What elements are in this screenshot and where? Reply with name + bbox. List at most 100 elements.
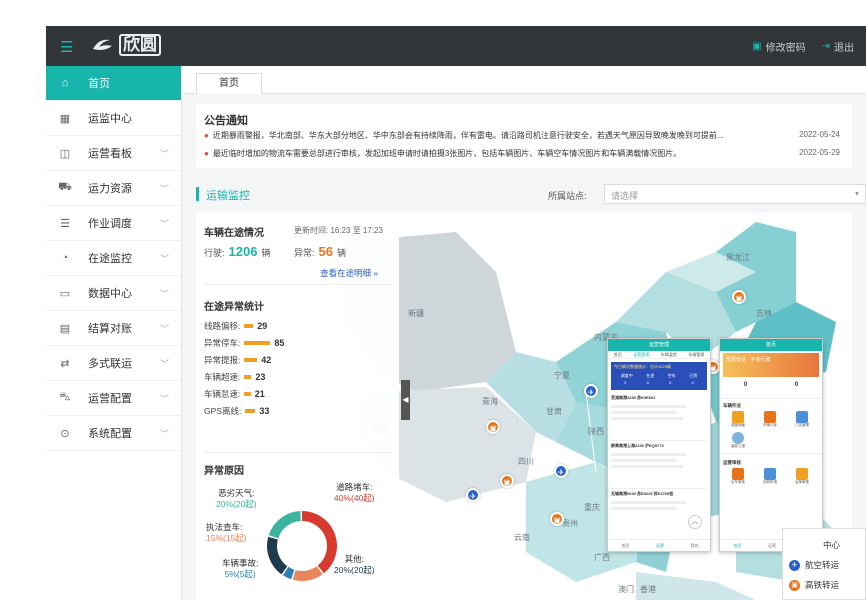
notice-text: 近期暴雨警报，华北南部、华东大部分地区、华中东部会有持续降雨，伴有雷电。请沿路司… xyxy=(212,131,724,140)
sidebar-item-label: 多式联运 xyxy=(88,358,132,370)
mobile-preview-home: 首页 乐居安业 · 平安行驶 00 车辆作业 调度明细 车辆入库 门店管理 装卸… xyxy=(719,338,823,552)
site-select-placeholder: 请选择 xyxy=(611,191,639,201)
change-password-link[interactable]: ▣ 修改密码 xyxy=(752,39,805,54)
notice-title: 公告通知 xyxy=(204,115,248,127)
cause-other: 其他: 20%(20起) xyxy=(334,554,375,576)
sidebar-item-settlement[interactable]: ▤ 结算对账 ﹀ xyxy=(46,311,181,346)
sidebar-item-multimodal[interactable]: ⇄ 多式联运 ﹀ xyxy=(46,346,181,381)
phone-grid-item[interactable]: 出车审批 xyxy=(724,468,752,485)
map-label: 宁夏 xyxy=(554,371,570,380)
phone-record-list: 芜湖南港2230 苏K9E602 鲜果南港上海2230 沪EQ5773 无锡南港… xyxy=(608,393,710,529)
site-select[interactable]: 请选择 ▾ xyxy=(604,184,866,204)
map-label: 澳门 xyxy=(618,585,634,594)
menu-icon[interactable]: ☰ xyxy=(60,38,73,56)
top-bar: ☰ 欣圆 ▣ 修改密码 ⇥ 退出 xyxy=(46,26,866,66)
view-detail-link[interactable]: 查看在途明细 » xyxy=(320,267,378,279)
legend-rail[interactable]: ▣ 高铁转运 xyxy=(789,579,839,591)
donut-slice[interactable] xyxy=(267,536,288,575)
donut-slice[interactable] xyxy=(292,566,323,581)
cause-inspection: 执法查车: 15%(15起) xyxy=(206,522,247,544)
legend-center-label: 中心 xyxy=(823,540,841,550)
phone-grid-item[interactable]: 装卸上报 xyxy=(724,432,752,449)
sidebar-item-home[interactable]: ⌂ 首页 xyxy=(46,66,181,101)
abnormal-stat: 异常: 56 辆 xyxy=(294,244,346,259)
abnormal-stat-label: 车辆超速: xyxy=(204,372,241,382)
notice-item[interactable]: ● 最近临时增加的物流车需要总部进行审核，发起加班申请时请拍摄3张图片，包括车辆图… xyxy=(204,148,844,159)
sidebar-item-label: 数据中心 xyxy=(88,288,132,300)
abnormal-value: 56 xyxy=(318,244,333,259)
logo[interactable]: 欣圆 xyxy=(90,34,161,56)
phone-record-line xyxy=(611,453,687,456)
phone-grid-item[interactable]: 车辆入库 xyxy=(756,411,784,428)
sidebar-item-label: 在途监控 xyxy=(88,253,132,265)
sidebar-item-dispatch[interactable]: ☰ 作业调度 ﹀ xyxy=(46,206,181,241)
sidebar-item-ops-board[interactable]: ◫ 运营看板 ﹀ xyxy=(46,136,181,171)
abnormal-stat-bar xyxy=(244,375,252,379)
legend-center: 中心 xyxy=(823,539,840,551)
donut-slice[interactable] xyxy=(282,566,295,580)
phone-grid-item[interactable]: 运单审核 xyxy=(788,468,816,485)
air-transfer-icon[interactable]: ✈ xyxy=(554,464,568,478)
rail-transfer-icon[interactable]: ▣ xyxy=(500,474,514,488)
map-label: 陕西 xyxy=(588,427,604,436)
abnormal-stat-label: 车辆怠速: xyxy=(204,389,241,399)
phone-tab[interactable]: 首页 xyxy=(614,351,622,358)
sidebar-item-label: 作业调度 xyxy=(88,218,132,230)
running-stat: 行驶: 1206 辆 xyxy=(204,244,270,259)
phone-record-line xyxy=(611,417,683,420)
map-label: 香港 xyxy=(640,585,656,594)
phone-nav-item[interactable]: 运营 xyxy=(768,540,776,551)
donut-slice[interactable] xyxy=(301,511,337,574)
collapse-handle[interactable]: ◀ xyxy=(401,380,410,420)
phone-stat-label: 调度中 xyxy=(620,373,633,378)
legend-air[interactable]: ✈ 航空转运 xyxy=(789,559,839,571)
logout-icon: ⇥ xyxy=(821,41,830,52)
abnormal-stat-label: 异常提报: xyxy=(204,355,241,365)
logout-link[interactable]: ⇥ 退出 xyxy=(822,39,854,54)
phone-nav-item[interactable]: 首页 xyxy=(621,540,629,551)
update-time: 更新时间: 16:23 至 17:23 xyxy=(294,225,383,236)
rail-transfer-icon[interactable]: ▣ xyxy=(486,420,500,434)
phone-section-grid: 调度明细 车辆入库 门店管理 装卸上报 xyxy=(720,411,822,449)
cause-name: 执法查车: xyxy=(206,522,243,532)
donut-slice[interactable] xyxy=(268,511,302,539)
notice-item[interactable]: ● 近期暴雨警报，华北南部、华东大部分地区、华中东部会有持续降雨，伴有雷电。请沿路… xyxy=(204,130,844,141)
map-label: 四川 xyxy=(518,457,534,466)
phone-nav-item[interactable]: 我的 xyxy=(691,540,699,551)
notice-date: 2022-05-24 xyxy=(799,130,840,139)
phone-nav-item[interactable]: 首页 xyxy=(733,540,741,551)
abnormal-label: 异常: xyxy=(294,248,315,258)
abnormal-stat-bar xyxy=(244,358,258,362)
phone-stats-card: 今日辆次数量统计：总计3229辆 调度中 在途 空车 已到 0 0 0 0 xyxy=(611,362,707,390)
sidebar-item-data[interactable]: ▭ 数据中心 ﹀ xyxy=(46,276,181,311)
rail-transfer-icon[interactable]: ▣ xyxy=(732,290,746,304)
air-transfer-icon[interactable]: ✈ xyxy=(466,488,480,502)
sidebar-item-system-config[interactable]: ⊙ 系统配置 ﹀ xyxy=(46,416,181,451)
phone-grid-item[interactable]: 调度明细 xyxy=(724,411,752,428)
rail-transfer-icon[interactable]: ▣ xyxy=(550,512,564,526)
phone-record[interactable]: 鲜果南港上海2230 沪EQ5773 xyxy=(611,441,707,489)
phone-count: 0 xyxy=(794,382,799,388)
phone-grid-label: 车辆入库 xyxy=(763,423,777,427)
phone-grid-label: 加班申请 xyxy=(763,480,777,484)
sidebar-item-capacity[interactable]: ⛟ 运力资源 ﹀ xyxy=(46,171,181,206)
phone-grid-item[interactable]: 门店管理 xyxy=(788,411,816,428)
air-transfer-icon[interactable]: ✈ xyxy=(584,384,598,398)
phone-nav-item[interactable]: 运营 xyxy=(656,540,664,551)
scroll-top-button[interactable]: ︿ xyxy=(688,515,702,529)
phone-banner: 乐居安业 · 平安行驶 xyxy=(723,353,819,377)
phone-grid-item[interactable]: 加班申请 xyxy=(756,468,784,485)
phone-tab[interactable]: 运营管理 xyxy=(633,351,649,358)
sidebar-item-monitor-center[interactable]: ▦ 运监中心 xyxy=(46,101,181,136)
store-icon xyxy=(796,411,808,423)
sidebar-item-ops-config[interactable]: ⛍ 运营配置 ﹀ xyxy=(46,381,181,416)
sidebar-item-label: 运营看板 xyxy=(88,148,132,160)
cause-value: 40%(40起) xyxy=(334,493,375,503)
sidebar-item-transit[interactable]: ◔ 在途监控 ﹀ xyxy=(46,241,181,276)
sidebar-item-label: 运营配置 xyxy=(88,393,132,405)
phone-tab[interactable]: 车辆监控 xyxy=(661,351,677,358)
tab-home[interactable]: 首页 xyxy=(196,73,262,94)
phone-count: 0 xyxy=(743,382,748,388)
phone-tab[interactable]: 车辆管理 xyxy=(688,351,704,358)
phone-record[interactable]: 芜湖南港2230 苏K9E602 xyxy=(611,393,707,441)
